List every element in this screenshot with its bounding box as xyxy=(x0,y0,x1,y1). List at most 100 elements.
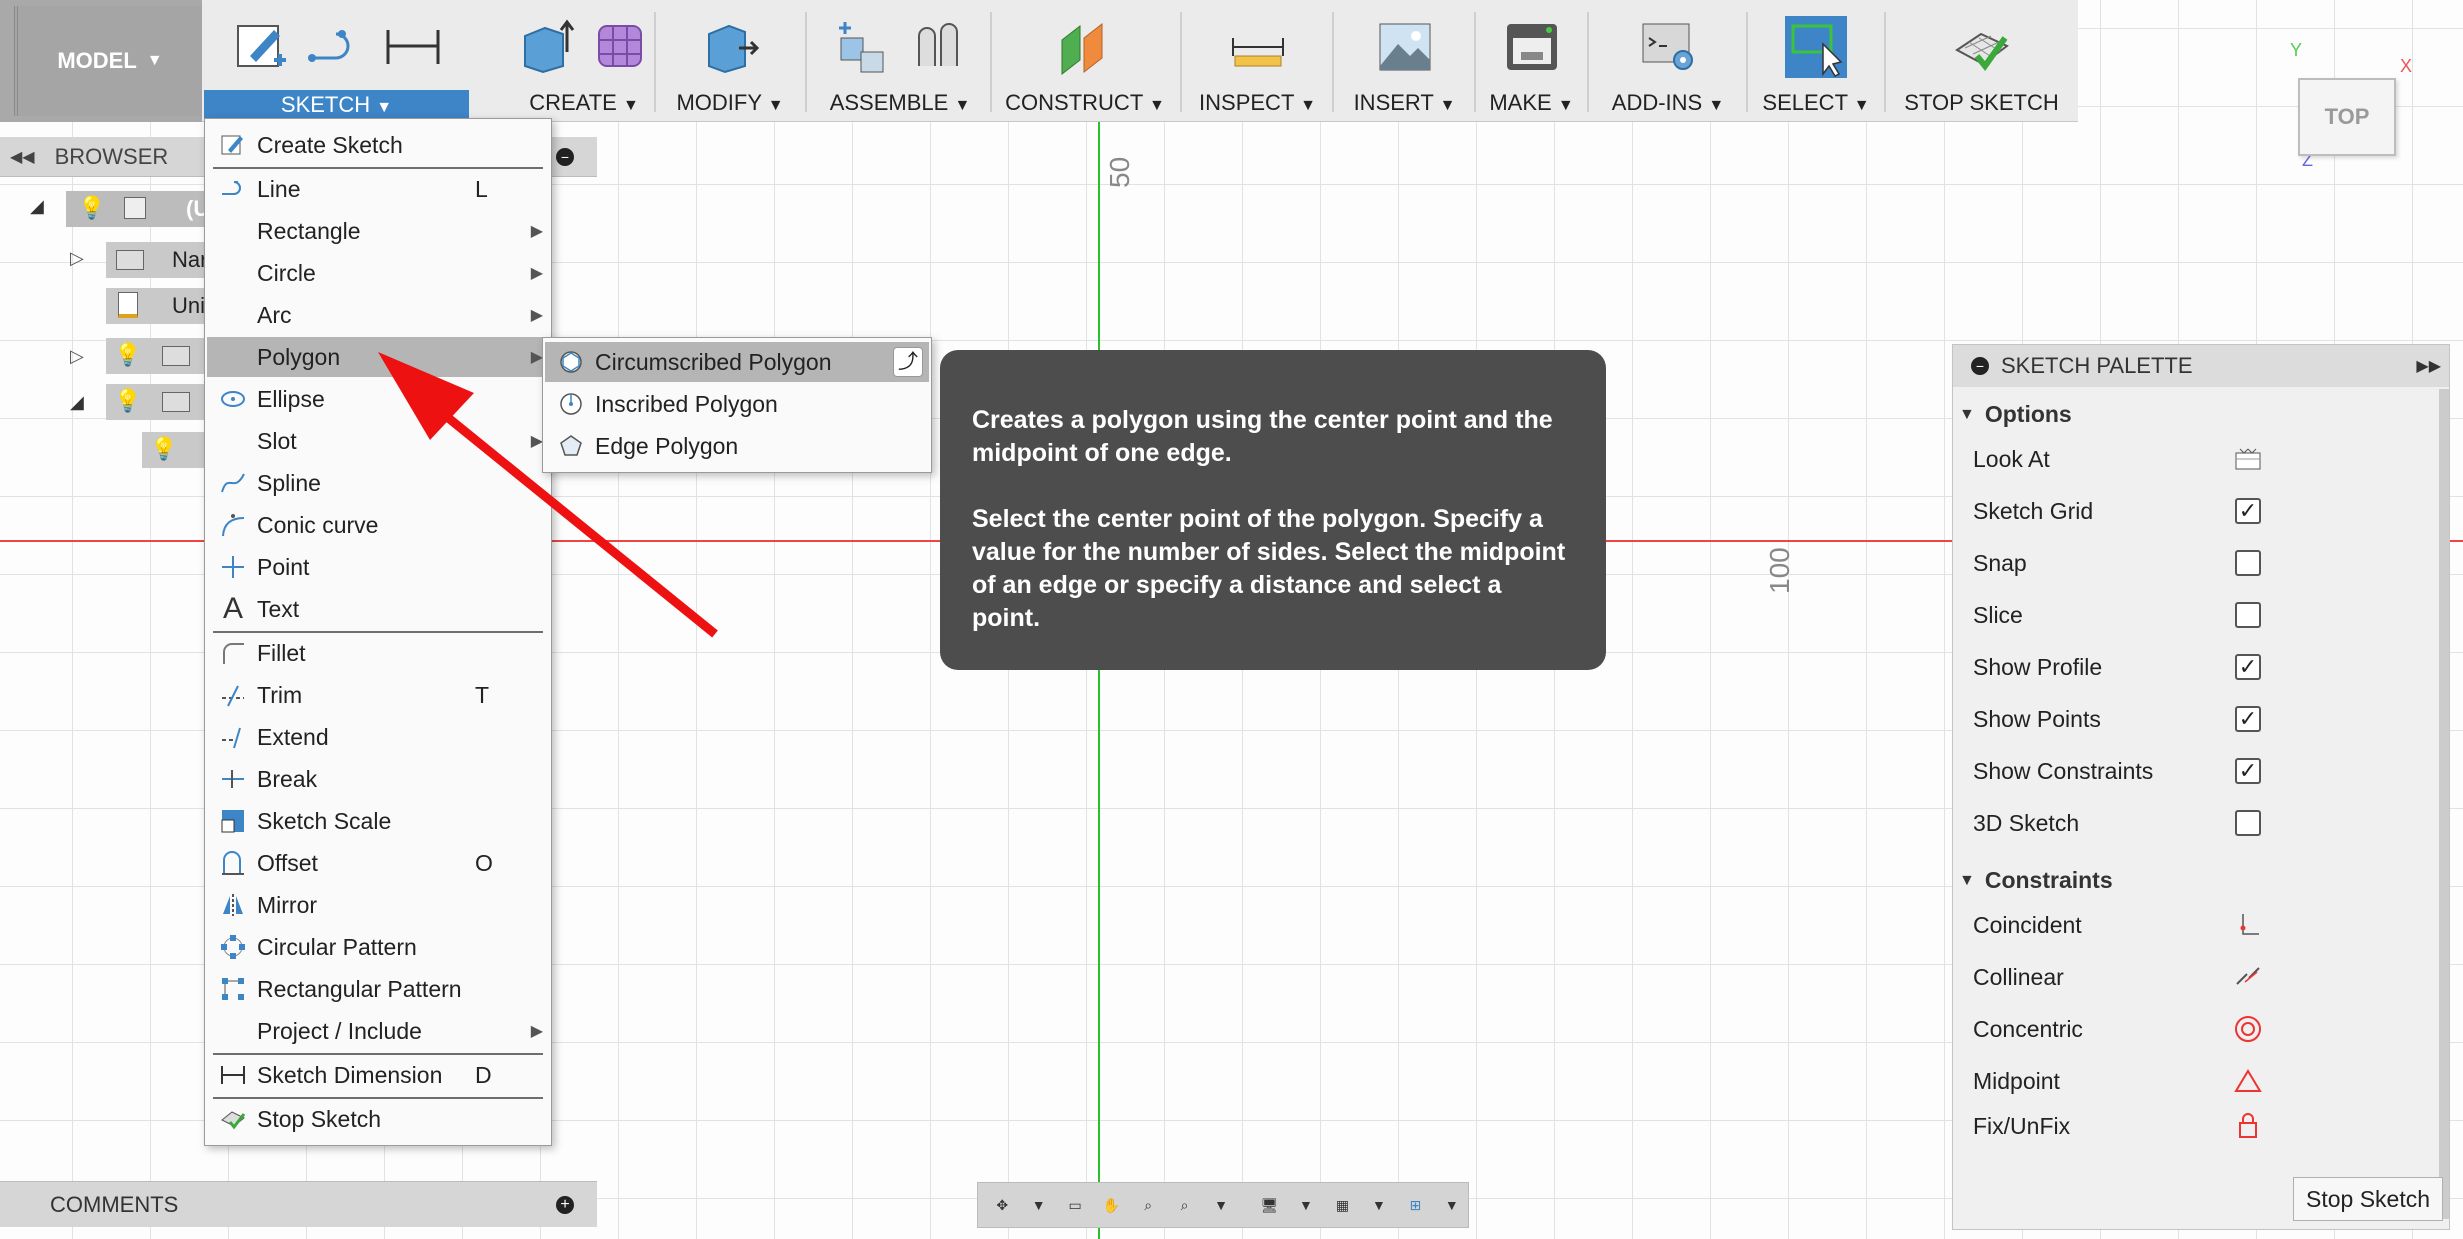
joint-icon[interactable] xyxy=(907,16,969,78)
look-at-icon[interactable]: ▭ xyxy=(1059,1188,1091,1222)
comments-bar[interactable]: COMMENTS + xyxy=(0,1181,597,1227)
lightbulb-icon[interactable]: 💡 xyxy=(114,342,141,368)
dimension-tool-icon[interactable] xyxy=(382,16,444,78)
toolbar-group-stop-sketch[interactable]: STOP SKETCH xyxy=(1889,10,2074,120)
tree-row-named-views[interactable]: Nar xyxy=(106,242,207,278)
option-sketch-grid[interactable]: Sketch Grid ✓ xyxy=(1973,491,2423,531)
menu-item-circle[interactable]: Circle ▶ xyxy=(207,253,549,293)
toolbar-group-construct[interactable]: CONSTRUCT ▼ xyxy=(995,10,1175,120)
scripts-addins-icon[interactable] xyxy=(1637,16,1699,78)
menu-item-offset[interactable]: Offset O xyxy=(207,843,549,883)
palette-minimize-icon[interactable]: − xyxy=(1971,357,1989,375)
pan-icon[interactable]: ✋ xyxy=(1095,1188,1127,1222)
option-snap[interactable]: Snap xyxy=(1973,543,2423,583)
tree-row-sketches[interactable]: 💡 xyxy=(106,384,206,420)
zoom-icon[interactable]: ⌕ xyxy=(1132,1188,1164,1222)
3d-sketch-checkbox[interactable] xyxy=(2235,810,2261,836)
menu-item-arc[interactable]: Arc ▶ xyxy=(207,295,549,335)
toolbar-group-insert[interactable]: INSERT ▼ xyxy=(1337,10,1472,120)
constraint-concentric[interactable]: Concentric xyxy=(1973,1009,2423,1049)
menu-item-circumscribed-polygon[interactable]: Circumscribed Polygon ⤴ xyxy=(545,342,929,382)
form-icon[interactable] xyxy=(591,16,653,78)
3d-print-icon[interactable] xyxy=(1501,16,1563,78)
option-show-profile[interactable]: Show Profile ✓ xyxy=(1973,647,2423,687)
menu-item-extend[interactable]: Extend xyxy=(207,717,549,757)
lightbulb-icon[interactable]: 💡 xyxy=(114,388,141,414)
insert-image-icon[interactable] xyxy=(1374,16,1436,78)
toolbar-group-sketch[interactable]: SKETCH ▼ xyxy=(204,10,469,120)
menu-item-create-sketch[interactable]: Create Sketch xyxy=(207,125,549,165)
option-3d-sketch[interactable]: 3D Sketch xyxy=(1973,803,2423,843)
show-profile-checkbox[interactable]: ✓ xyxy=(2235,654,2261,680)
create-sketch-icon[interactable] xyxy=(230,16,292,78)
lightbulb-icon[interactable]: 💡 xyxy=(150,436,177,462)
measure-icon[interactable] xyxy=(1227,16,1289,78)
snap-checkbox[interactable] xyxy=(2235,550,2261,576)
viewports-icon[interactable]: ⊞ xyxy=(1399,1188,1431,1222)
toolbar-group-assemble[interactable]: ASSEMBLE ▼ xyxy=(810,10,990,120)
constraint-midpoint[interactable]: Midpoint xyxy=(1973,1061,2423,1101)
palette-scrollbar[interactable] xyxy=(2439,389,2449,1219)
options-section-header[interactable]: ▼ Options xyxy=(1959,401,2072,428)
sketch-grid-checkbox[interactable]: ✓ xyxy=(2235,498,2261,524)
toolbar-group-make[interactable]: MAKE ▼ xyxy=(1479,10,1584,120)
menu-item-inscribed-polygon[interactable]: Inscribed Polygon xyxy=(545,384,929,424)
fit-icon[interactable]: ⌕ xyxy=(1168,1188,1200,1222)
concentric-icon[interactable] xyxy=(2233,1014,2263,1044)
menu-item-conic-curve[interactable]: Conic curve xyxy=(207,505,549,545)
display-settings-icon[interactable]: 🖥 xyxy=(1253,1188,1285,1222)
menu-item-stop-sketch[interactable]: Stop Sketch xyxy=(207,1099,549,1139)
tree-root-row[interactable]: 💡 (U xyxy=(66,191,209,227)
constraints-section-header[interactable]: ▼ Constraints xyxy=(1959,867,2113,894)
menu-item-text[interactable]: A Text xyxy=(207,589,549,629)
menu-item-polygon[interactable]: Polygon ▶ xyxy=(207,337,549,377)
menu-item-mirror[interactable]: Mirror xyxy=(207,885,549,925)
new-component-icon[interactable] xyxy=(831,16,893,78)
tree-expander-icon[interactable]: ▷ xyxy=(70,346,84,367)
menu-item-rectangular-pattern[interactable]: Rectangular Pattern xyxy=(207,969,549,1009)
lightbulb-icon[interactable]: 💡 xyxy=(78,195,105,221)
stop-sketch-icon[interactable] xyxy=(1951,16,2013,78)
extrude-icon[interactable] xyxy=(515,16,577,78)
collinear-icon[interactable] xyxy=(2233,962,2263,992)
tree-expander-icon[interactable]: ◢ xyxy=(70,392,84,413)
menu-item-line[interactable]: Line L xyxy=(207,169,549,209)
chevron-down-icon[interactable]: ▼ xyxy=(1290,1188,1322,1222)
constraint-coincident[interactable]: Coincident xyxy=(1973,905,2423,945)
tree-row-origin[interactable]: 💡 xyxy=(106,338,206,374)
menu-item-project-include[interactable]: Project / Include ▶ xyxy=(207,1011,549,1051)
midpoint-icon[interactable] xyxy=(2233,1066,2263,1096)
browser-minimize-icon[interactable]: − xyxy=(556,147,574,166)
coincident-icon[interactable] xyxy=(2233,910,2263,940)
toolbar-group-modify[interactable]: MODIFY ▼ xyxy=(660,10,800,120)
chevron-down-icon[interactable]: ▼ xyxy=(1436,1188,1468,1222)
pin-to-toolbar-icon[interactable]: ⤴ xyxy=(893,347,923,377)
toolbar-group-select[interactable]: SELECT ▼ xyxy=(1751,10,1881,120)
sketch-palette-header[interactable]: − SKETCH PALETTE ▶▶ xyxy=(1953,345,2449,387)
menu-item-break[interactable]: Break xyxy=(207,759,549,799)
add-comment-icon[interactable]: + xyxy=(556,1195,574,1214)
workspace-switcher-button[interactable]: MODEL ▼ xyxy=(14,6,202,116)
toolbar-group-addins[interactable]: ADD-INS ▼ xyxy=(1592,10,1744,120)
menu-item-edge-polygon[interactable]: Edge Polygon xyxy=(545,426,929,466)
menu-item-fillet[interactable]: Fillet xyxy=(207,633,549,673)
expand-panel-icon[interactable]: ▶▶ xyxy=(2416,356,2441,376)
menu-item-slot[interactable]: Slot ▶ xyxy=(207,421,549,461)
show-points-checkbox[interactable]: ✓ xyxy=(2235,706,2261,732)
menu-item-sketch-scale[interactable]: Sketch Scale xyxy=(207,801,549,841)
press-pull-icon[interactable] xyxy=(699,16,761,78)
orbit-icon[interactable]: ✥ xyxy=(986,1188,1018,1222)
menu-item-sketch-dimension[interactable]: Sketch Dimension D xyxy=(207,1055,549,1095)
menu-item-ellipse[interactable]: Ellipse xyxy=(207,379,549,419)
lock-icon[interactable] xyxy=(2233,1113,2263,1139)
menu-item-trim[interactable]: Trim T xyxy=(207,675,549,715)
menu-item-rectangle[interactable]: Rectangle ▶ xyxy=(207,211,549,251)
tree-expander-icon[interactable]: ▷ xyxy=(70,248,84,269)
tree-expander-icon[interactable]: ◢ xyxy=(30,196,44,217)
grid-settings-icon[interactable]: ▦ xyxy=(1326,1188,1358,1222)
option-look-at[interactable]: Look At xyxy=(1973,439,2423,479)
menu-item-spline[interactable]: Spline xyxy=(207,463,549,503)
option-show-constraints[interactable]: Show Constraints ✓ xyxy=(1973,751,2423,791)
option-slice[interactable]: Slice xyxy=(1973,595,2423,635)
constraint-fix-unfix[interactable]: Fix/UnFix xyxy=(1973,1113,2423,1139)
